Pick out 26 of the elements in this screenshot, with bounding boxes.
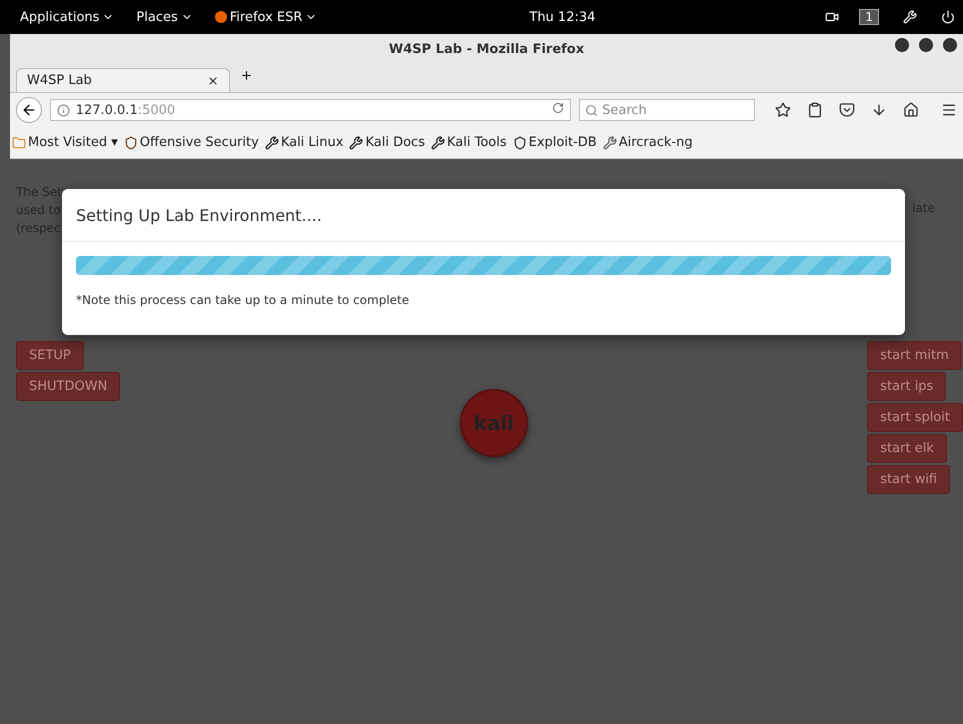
- search-placeholder: Search: [602, 102, 647, 118]
- start-button[interactable]: start elk: [867, 434, 947, 463]
- search-field[interactable]: Search: [579, 99, 755, 121]
- modal-title: Setting Up Lab Environment....: [76, 206, 322, 224]
- bookmark-link[interactable]: Exploit-DB: [512, 135, 597, 150]
- top-menu[interactable]: Applications: [20, 10, 114, 24]
- browser-tab[interactable]: W4SP Lab: [16, 68, 230, 92]
- note-text: *Note this process can take up to a minute to complete: [76, 293, 410, 307]
- start-button[interactable]: start ips: [867, 372, 946, 401]
- start-button[interactable]: start mitm: [867, 341, 962, 370]
- window-title: W4SP Lab - Mozilla Firefox: [388, 42, 584, 56]
- bookmark-link[interactable]: Aircrack-ng: [602, 135, 693, 150]
- workspace-indicator[interactable]: 1: [859, 9, 879, 25]
- bookmark-link[interactable]: Kali Docs: [349, 135, 425, 150]
- address-field[interactable]: 127.0.0.1:5000: [50, 99, 572, 121]
- bookmark-link[interactable]: Kali Tools: [430, 135, 507, 150]
- top-menu[interactable]: Places: [136, 10, 193, 24]
- bookmark-link[interactable]: Offensive Security: [124, 135, 259, 150]
- start-button[interactable]: start sploit: [867, 403, 963, 432]
- top-menu[interactable]: Firefox ESR: [214, 10, 318, 24]
- clock: Thu 12:34: [529, 10, 596, 24]
- lab-button[interactable]: SETUP: [16, 341, 84, 370]
- start-button[interactable]: start wifi: [867, 465, 950, 494]
- lab-button[interactable]: SHUTDOWN: [16, 372, 120, 401]
- bookmark-link[interactable]: Most Visited ▾: [12, 135, 118, 150]
- bookmark-link[interactable]: Kali Linux: [264, 135, 344, 150]
